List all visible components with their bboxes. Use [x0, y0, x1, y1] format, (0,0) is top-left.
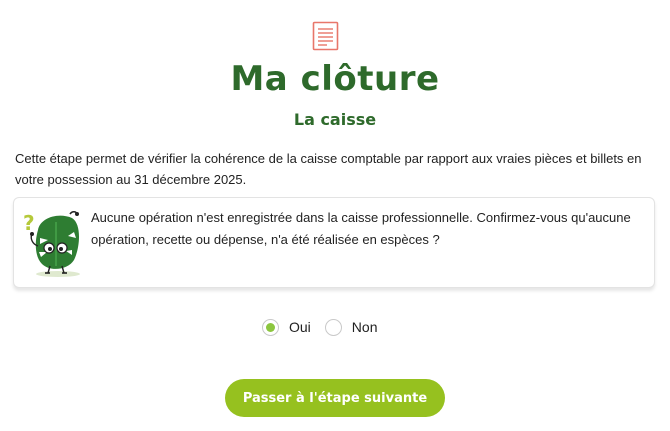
answer-radio-group: Oui Non [262, 316, 377, 338]
page-title: Ma clôture [230, 59, 440, 99]
radio-non[interactable]: Non [324, 318, 378, 336]
radio-non-label[interactable]: Non [352, 319, 378, 335]
info-card: ? Aucune opération n'est enregistrée dan… [13, 197, 655, 288]
leaf-mascot-question-icon: ? [23, 210, 80, 277]
radio-button-selected[interactable] [262, 318, 279, 336]
intro-text: Cette étape permet de vérifier la cohére… [15, 151, 642, 187]
radio-selected-dot [266, 322, 275, 332]
radio-oui-label[interactable]: Oui [289, 319, 311, 335]
radio-button-unselected[interactable] [324, 318, 342, 336]
document-icon [312, 21, 339, 51]
page-subtitle: La caisse [293, 110, 377, 129]
next-step-button[interactable]: Passer à l'étape suivante [225, 379, 445, 417]
info-message: Aucune opération n'est enregistrée dans … [91, 210, 631, 247]
radio-oui[interactable]: Oui [262, 318, 311, 336]
svg-text:?: ? [23, 211, 35, 235]
